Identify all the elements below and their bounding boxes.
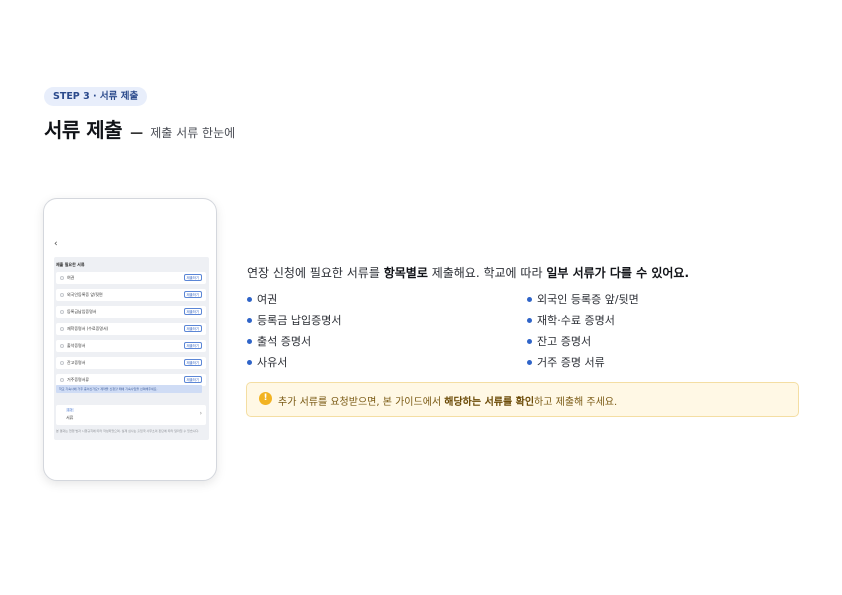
- bullet-dot-icon: [247, 318, 252, 323]
- submit-button[interactable]: 제출하기: [183, 342, 202, 349]
- submit-button[interactable]: 제출하기: [183, 325, 202, 332]
- document-name: 출석증명서: [67, 343, 86, 348]
- check-circle-icon: [60, 327, 64, 331]
- title-dash: —: [130, 126, 144, 141]
- document-label: 재학·수료 증명서: [537, 314, 615, 327]
- bullet-dot-icon: [247, 360, 252, 365]
- document-row[interactable]: 재학증명서 (수료증명서) 제출하기: [56, 323, 206, 335]
- document-list-left: 여권 등록금 납입증명서 출석 증명서 사유서: [247, 293, 341, 377]
- intro-part: 연장 신청에 필요한 서류를: [247, 266, 384, 280]
- document-name: 재학증명서 (수료증명서): [67, 326, 109, 331]
- submit-button[interactable]: 제출하기: [183, 308, 202, 315]
- list-item: 잔고 증명서: [527, 335, 639, 356]
- additional-document-card[interactable]: 추가 서류 ›: [56, 405, 206, 425]
- bullet-dot-icon: [247, 297, 252, 302]
- list-item: 출석 증명서: [247, 335, 341, 356]
- submit-button[interactable]: 제출하기: [183, 359, 202, 366]
- document-row[interactable]: 출석증명서 제출하기: [56, 340, 206, 352]
- list-item: 여권: [247, 293, 341, 314]
- notice-part: 추가 서류를 요청받으면, 본 가이드에서: [278, 397, 445, 408]
- list-item: 외국인 등록증 앞/뒷면: [527, 293, 639, 314]
- intro-text: 연장 신청에 필요한 서류를 항목별로 제출해요. 학교에 따라 일부 서류가 …: [247, 264, 689, 281]
- chevron-right-icon: ›: [199, 410, 202, 417]
- intro-emphasis: 항목별로: [383, 266, 428, 280]
- document-label: 출석 증명서: [257, 335, 312, 348]
- chevron-left-icon[interactable]: ‹: [54, 239, 58, 249]
- card-tag: 추가: [66, 408, 74, 412]
- document-list-right: 외국인 등록증 앞/뒷면 재학·수료 증명서 잔고 증명서 거주 증명 서류: [527, 293, 639, 377]
- dormitory-hint: 학교 기숙사에 거주 중이신가요? 계약을 신청할 때에 기숙사입을 선택해주세…: [56, 385, 202, 393]
- panel-note: 본 결과는 현행 법과 시행규칙에 따라 작성되었으며, 실제 심사는 출입국 …: [56, 429, 200, 433]
- document-row[interactable]: 외국인등록증 앞/뒷면 제출하기: [56, 289, 206, 301]
- check-circle-icon: [60, 276, 64, 280]
- bullet-dot-icon: [527, 360, 532, 365]
- list-item: 사유서: [247, 356, 341, 377]
- submit-button[interactable]: 제출하기: [183, 291, 202, 298]
- document-name: 외국인등록증 앞/뒷면: [67, 292, 103, 297]
- intro-part: 제출해요. 학교에 따라: [427, 266, 547, 280]
- document-name: 여권: [67, 275, 75, 280]
- notice-part: 하고 제출해 주세요.: [534, 397, 618, 408]
- notice-emphasis: 해당하는 서류를 확인: [444, 397, 535, 408]
- document-name: 잔고증명서: [67, 360, 86, 365]
- check-circle-icon: [60, 293, 64, 297]
- document-name: 등록금납입증명서: [67, 309, 97, 314]
- document-row[interactable]: 잔고증명서 제출하기: [56, 357, 206, 369]
- phone-mockup: ‹ 제출 필요한 서류 여권 제출하기 외국인등록증 앞/뒷면 제출하기 등록금…: [43, 198, 217, 481]
- document-label: 여권: [257, 293, 278, 306]
- document-label: 거주 증명 서류: [537, 356, 605, 369]
- notice-box: ! 추가 서류를 요청받으면, 본 가이드에서 해당하는 서류를 확인하고 제출…: [246, 382, 799, 417]
- bullet-dot-icon: [527, 297, 532, 302]
- page-heading: 서류 제출 — 제출 서류 한눈에: [44, 114, 235, 143]
- check-circle-icon: [60, 310, 64, 314]
- document-panel: 제출 필요한 서류 여권 제출하기 외국인등록증 앞/뒷면 제출하기 등록금납입…: [54, 257, 209, 440]
- document-row[interactable]: 여권 제출하기: [56, 272, 206, 284]
- notice-text: 추가 서류를 요청받으면, 본 가이드에서 해당하는 서류를 확인하고 제출해 …: [278, 393, 617, 408]
- check-circle-icon: [60, 344, 64, 348]
- document-row[interactable]: 등록금납입증명서 제출하기: [56, 306, 206, 318]
- page-title: 서류 제출: [44, 118, 123, 142]
- list-item: 재학·수료 증명서: [527, 314, 639, 335]
- step-badge: STEP 3 · 서류 제출: [44, 87, 148, 106]
- card-name: 서류: [66, 415, 74, 420]
- list-item: 등록금 납입증명서: [247, 314, 341, 335]
- document-label: 등록금 납입증명서: [257, 314, 342, 327]
- submit-button[interactable]: 제출하기: [183, 376, 202, 383]
- document-name: 거주증명서류: [67, 377, 90, 382]
- check-circle-icon: [60, 378, 64, 382]
- bullet-dot-icon: [247, 339, 252, 344]
- page-subtitle: 제출 서류 한눈에: [150, 126, 236, 140]
- intro-emphasis: 일부 서류가 다를 수 있어요.: [546, 266, 690, 280]
- bullet-dot-icon: [527, 339, 532, 344]
- bullet-dot-icon: [527, 318, 532, 323]
- list-item: 거주 증명 서류: [527, 356, 639, 377]
- panel-title: 제출 필요한 서류: [56, 262, 85, 267]
- document-label: 잔고 증명서: [537, 335, 592, 348]
- submit-button[interactable]: 제출하기: [183, 274, 202, 281]
- document-label: 사유서: [257, 356, 288, 369]
- check-circle-icon: [60, 361, 64, 365]
- warning-icon: !: [259, 392, 272, 405]
- document-label: 외국인 등록증 앞/뒷면: [537, 293, 639, 306]
